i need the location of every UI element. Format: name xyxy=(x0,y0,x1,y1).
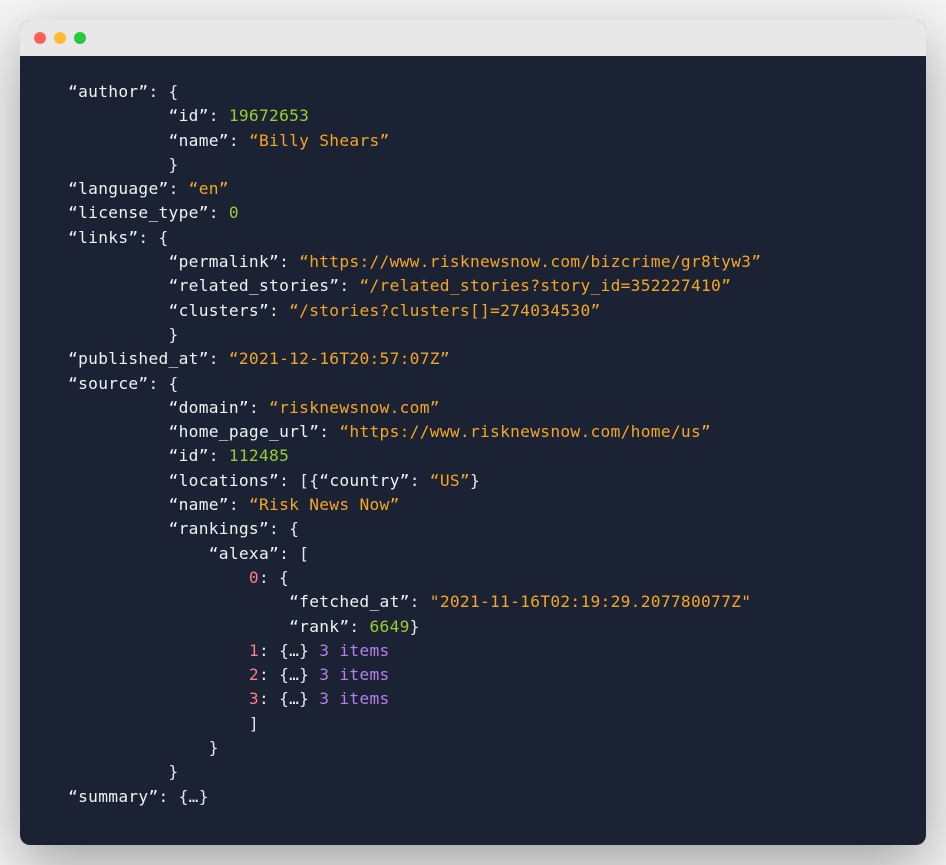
collapsed-obj-1[interactable]: {…} xyxy=(279,641,309,660)
collapsed-count-1: 3 items xyxy=(319,641,389,660)
value-source-id: 112485 xyxy=(229,446,289,465)
key-published-at: published_at xyxy=(68,349,209,368)
value-clusters: /stories?clusters[]=274034530 xyxy=(289,301,600,320)
key-author: author xyxy=(68,82,148,101)
collapsed-summary[interactable]: {…} xyxy=(179,787,209,806)
value-country: US xyxy=(430,471,470,490)
key-author-id: id xyxy=(169,106,209,125)
key-author-name: name xyxy=(169,131,229,150)
value-domain: risknewsnow.com xyxy=(269,398,440,417)
collapsed-count-3: 3 items xyxy=(319,689,389,708)
key-clusters: clusters xyxy=(169,301,269,320)
terminal-window: author: { id: 19672653 name: Billy Shear… xyxy=(20,20,926,845)
key-country: country xyxy=(319,471,409,490)
value-related-stories: /related_stories?story_id=352227410 xyxy=(359,276,731,295)
alexa-index-0[interactable]: 0 xyxy=(249,568,259,587)
value-fetched-at: "2021-11-16T02:19:29.207780077Z" xyxy=(430,592,751,611)
key-source-name: name xyxy=(169,495,229,514)
value-author-id: 19672653 xyxy=(229,106,309,125)
collapsed-count-2: 3 items xyxy=(319,665,389,684)
key-summary: summary xyxy=(68,787,158,806)
key-source-id: id xyxy=(169,446,209,465)
maximize-icon[interactable] xyxy=(74,32,86,44)
key-source: source xyxy=(68,374,148,393)
key-home-page-url: home_page_url xyxy=(169,422,320,441)
value-rank: 6649 xyxy=(369,617,409,636)
minimize-icon[interactable] xyxy=(54,32,66,44)
key-rank: rank xyxy=(289,617,349,636)
alexa-index-2[interactable]: 2 xyxy=(249,665,259,684)
collapsed-obj-2[interactable]: {…} xyxy=(279,665,309,684)
value-home-page-url: https://www.risknewsnow.com/home/us xyxy=(339,422,711,441)
key-links: links xyxy=(68,228,138,247)
value-license-type: 0 xyxy=(229,203,239,222)
value-author-name: Billy Shears xyxy=(249,131,390,150)
key-locations: locations xyxy=(169,471,280,490)
value-published-at: 2021-12-16T20:57:07Z xyxy=(229,349,450,368)
key-related-stories: related_stories xyxy=(169,276,340,295)
key-language: language xyxy=(68,179,168,198)
collapsed-obj-3[interactable]: {…} xyxy=(279,689,309,708)
window-titlebar xyxy=(20,20,926,56)
key-rankings: rankings xyxy=(169,519,269,538)
json-content: author: { id: 19672653 name: Billy Shear… xyxy=(20,56,926,845)
alexa-index-3[interactable]: 3 xyxy=(249,689,259,708)
alexa-index-1[interactable]: 1 xyxy=(249,641,259,660)
key-alexa: alexa xyxy=(209,544,279,563)
value-language: en xyxy=(189,179,229,198)
key-permalink: permalink xyxy=(169,252,280,271)
key-license-type: license_type xyxy=(68,203,209,222)
key-domain: domain xyxy=(169,398,249,417)
close-icon[interactable] xyxy=(34,32,46,44)
value-permalink: https://www.risknewsnow.com/bizcrime/gr8… xyxy=(299,252,761,271)
value-source-name: Risk News Now xyxy=(249,495,400,514)
key-fetched-at: fetched_at xyxy=(289,592,410,611)
